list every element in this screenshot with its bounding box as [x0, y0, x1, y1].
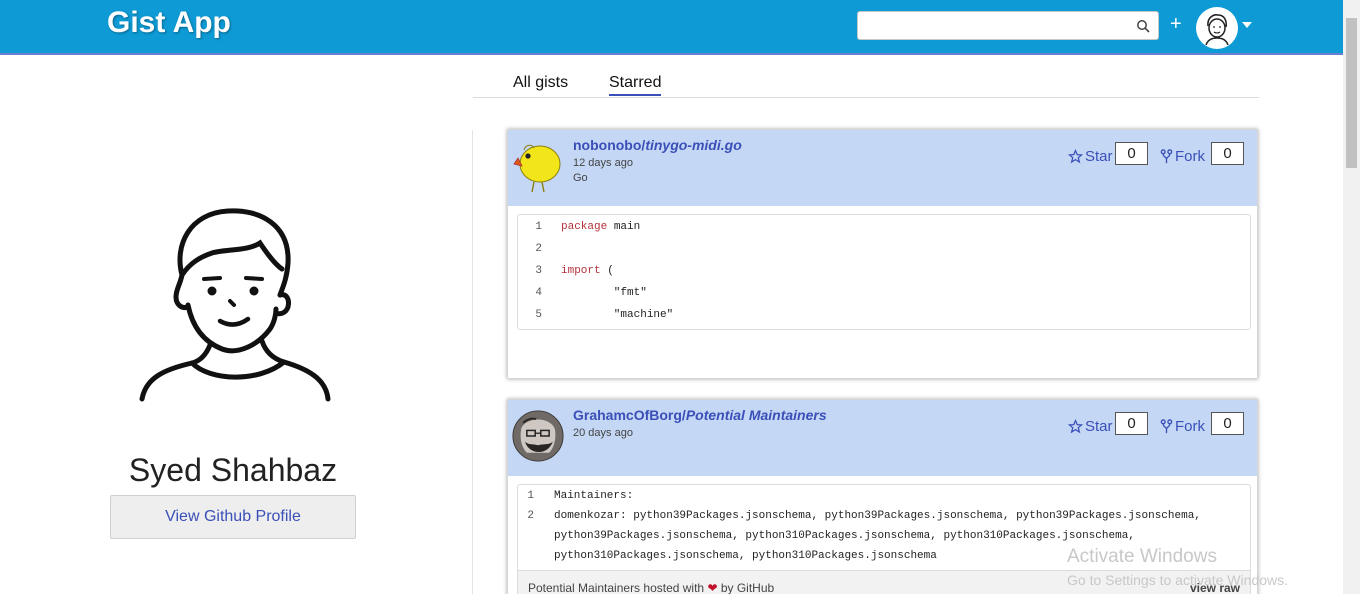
- footer-by-text: by: [717, 581, 737, 594]
- code-line: 1 Maintainers:: [518, 486, 1250, 506]
- star-button[interactable]: Star: [1068, 418, 1113, 435]
- gist-time: 12 days ago: [573, 157, 633, 169]
- code-keyword: import: [561, 265, 601, 277]
- gist-time: 20 days ago: [573, 427, 633, 439]
- gist-name[interactable]: tinygo-midi.go: [645, 137, 741, 153]
- owner-avatar[interactable]: [512, 138, 564, 194]
- code-text: "fmt": [561, 287, 647, 299]
- star-count: 0: [1115, 142, 1148, 165]
- app-title[interactable]: Gist App: [107, 6, 231, 40]
- tab-all-gists[interactable]: All gists: [513, 74, 568, 92]
- heart-icon: ❤: [707, 581, 718, 594]
- star-label: Star: [1085, 148, 1113, 165]
- line-content: import (: [561, 260, 614, 282]
- user-avatar[interactable]: [1196, 7, 1238, 49]
- star-button[interactable]: Star: [1068, 148, 1113, 165]
- gist-meta: 12 days ago Go: [573, 156, 633, 186]
- activate-windows-watermark: Activate Windows Go to Settings to activ…: [1067, 546, 1288, 588]
- footer-github-link[interactable]: GitHub: [737, 581, 774, 594]
- tab-starred[interactable]: Starred: [609, 74, 662, 96]
- footer-file-link[interactable]: Potential Maintainers: [528, 581, 640, 594]
- chevron-down-icon[interactable]: [1242, 22, 1252, 28]
- fork-label: Fork: [1175, 148, 1205, 165]
- gist-title[interactable]: GrahamcOfBorg/Potential Maintainers: [573, 407, 827, 423]
- code-line: 1 package main: [518, 216, 1250, 238]
- line-content: package main: [561, 216, 640, 238]
- gist-language: Go: [573, 172, 588, 184]
- fork-icon: [1160, 149, 1173, 164]
- search-input[interactable]: [858, 12, 1128, 39]
- profile-avatar: [130, 205, 340, 405]
- fork-count: 0: [1211, 412, 1244, 435]
- fork-icon: [1160, 419, 1173, 434]
- line-number: 5: [535, 309, 542, 321]
- gist-owner[interactable]: nobonobo: [573, 137, 641, 153]
- fork-button[interactable]: Fork: [1160, 418, 1205, 435]
- line-number: 2: [535, 243, 542, 255]
- view-github-profile-button[interactable]: View Github Profile: [110, 495, 356, 539]
- line-number: 3: [535, 265, 542, 277]
- profile-name: Syed Shahbaz: [128, 452, 338, 488]
- line-number: 1: [527, 490, 534, 502]
- profile-avatar-icon: [139, 208, 331, 402]
- search-icon[interactable]: [1136, 19, 1150, 33]
- code-text: main: [607, 221, 641, 233]
- code-preview: 1 package main 2 3 import ( 4 "fmt" 5 "mac…: [517, 214, 1251, 330]
- gist-title[interactable]: nobonobo/tinygo-midi.go: [573, 137, 742, 153]
- search-box[interactable]: [857, 11, 1159, 40]
- fork-count: 0: [1211, 142, 1244, 165]
- code-line: 3 import (: [518, 260, 1250, 282]
- gist-tabs: All gists Starred: [473, 74, 1259, 98]
- user-avatar-icon: [1205, 14, 1229, 46]
- code-line: 2: [518, 238, 1250, 260]
- owner-avatar[interactable]: [512, 408, 564, 464]
- scrollbar-thumb[interactable]: [1346, 18, 1357, 168]
- line-number: 4: [535, 287, 542, 299]
- line-number: 1: [535, 221, 542, 233]
- star-icon: [1068, 419, 1083, 434]
- line-number: 2: [527, 510, 534, 522]
- star-label: Star: [1085, 418, 1113, 435]
- star-count: 0: [1115, 412, 1148, 435]
- gist-card-header: nobonobo/tinygo-midi.go 12 days ago Go S…: [508, 130, 1257, 206]
- code-text: (: [600, 265, 614, 277]
- watermark-subtitle: Go to Settings to activate Windows.: [1067, 572, 1288, 588]
- code-line: 4 "fmt": [518, 282, 1250, 304]
- code-text: "machine": [561, 309, 674, 321]
- gist-card: nobonobo/tinygo-midi.go 12 days ago Go S…: [507, 129, 1258, 379]
- top-navbar: Gist App +: [0, 0, 1343, 55]
- gist-card-header: GrahamcOfBorg/Potential Maintainers 20 d…: [508, 400, 1257, 476]
- fork-label: Fork: [1175, 418, 1205, 435]
- code-keyword: package: [561, 221, 608, 233]
- add-gist-button[interactable]: +: [1170, 14, 1182, 34]
- gist-name[interactable]: Potential Maintainers: [686, 407, 827, 423]
- gist-meta: 20 days ago: [573, 426, 633, 441]
- watermark-title: Activate Windows: [1067, 546, 1217, 567]
- code-text: Maintainers:: [554, 490, 634, 502]
- divider: [472, 130, 473, 594]
- footer-hosted-text: hosted with: [640, 581, 708, 594]
- fork-button[interactable]: Fork: [1160, 148, 1205, 165]
- code-line: 5 "machine": [518, 304, 1250, 326]
- star-icon: [1068, 149, 1083, 164]
- gist-owner[interactable]: GrahamcOfBorg: [573, 407, 682, 423]
